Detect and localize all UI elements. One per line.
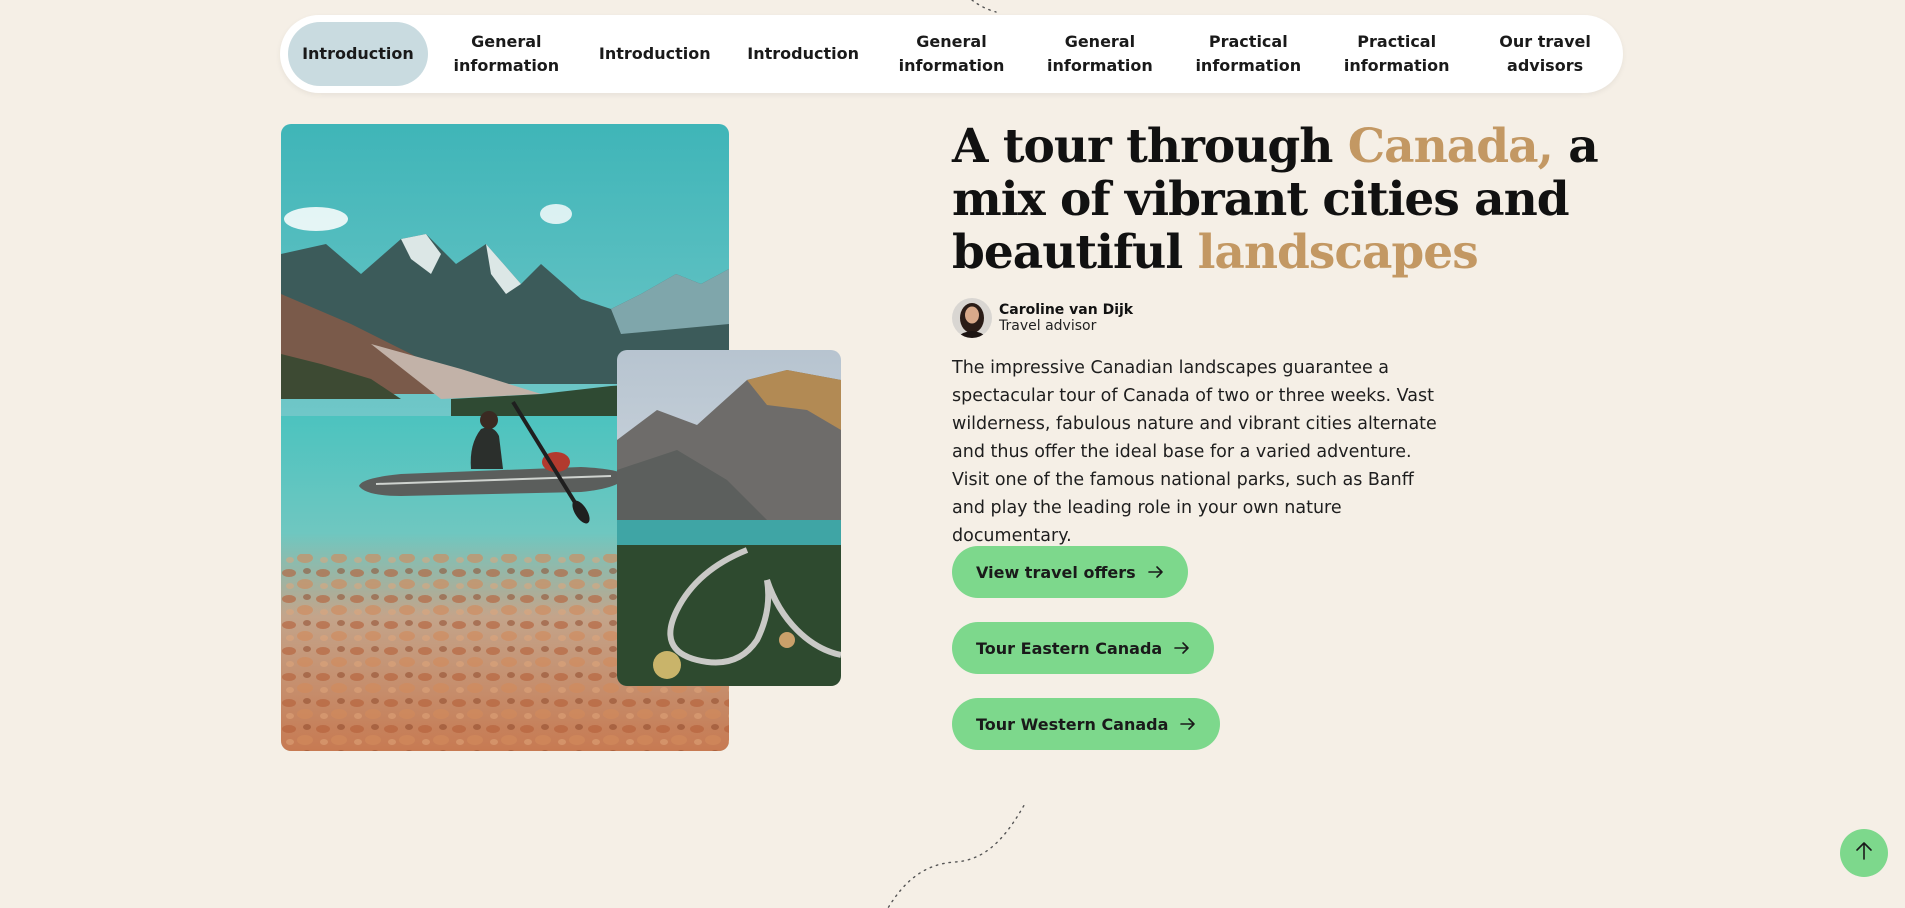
view-travel-offers-button[interactable]: View travel offers (952, 546, 1188, 598)
decorative-dotted-line-top (971, 0, 997, 13)
arrow-right-icon (1147, 565, 1164, 579)
title-text-1: A tour through (952, 119, 1348, 174)
scroll-to-top-button[interactable] (1840, 829, 1888, 877)
page-title: A tour through Canada, a mix of vibrant … (952, 120, 1652, 279)
author-block: Caroline van Dijk Travel advisor (952, 298, 1133, 338)
tab-practical-information-2[interactable]: Practical information (1327, 22, 1467, 86)
tab-general-information-2[interactable]: General information (882, 22, 1022, 86)
title-accent-canada: Canada, (1347, 119, 1554, 174)
tour-western-canada-label: Tour Western Canada (976, 714, 1169, 734)
section-tab-nav: Introduction General information Introdu… (280, 15, 1623, 93)
avatar (952, 298, 992, 338)
tab-general-information-3[interactable]: General information (1030, 22, 1170, 86)
author-info: Caroline van Dijk Travel advisor (999, 302, 1133, 334)
tab-practical-information[interactable]: Practical information (1178, 22, 1318, 86)
mountain-road-photo (617, 350, 841, 686)
intro-paragraph: The impressive Canadian landscapes guara… (952, 358, 1437, 546)
decorative-dotted-line-bottom (887, 802, 1025, 908)
view-travel-offers-label: View travel offers (976, 562, 1136, 582)
arrow-right-icon (1174, 641, 1190, 655)
arrow-right-icon (1180, 717, 1196, 731)
tab-general-information[interactable]: General information (436, 22, 576, 86)
arrow-up-icon (1855, 841, 1873, 865)
tab-introduction[interactable]: Introduction (288, 22, 428, 86)
title-accent-landscapes: landscapes (1197, 225, 1479, 280)
author-role: Travel advisor (999, 318, 1097, 334)
tour-western-canada-button[interactable]: Tour Western Canada (952, 698, 1221, 750)
tab-introduction-2[interactable]: Introduction (585, 22, 725, 86)
tour-eastern-canada-label: Tour Eastern Canada (976, 638, 1163, 658)
tab-introduction-3[interactable]: Introduction (733, 22, 873, 86)
author-name: Caroline van Dijk (999, 302, 1134, 318)
tab-our-travel-advisors[interactable]: Our travel advisors (1475, 22, 1615, 86)
tour-eastern-canada-button[interactable]: Tour Eastern Canada (952, 622, 1215, 674)
